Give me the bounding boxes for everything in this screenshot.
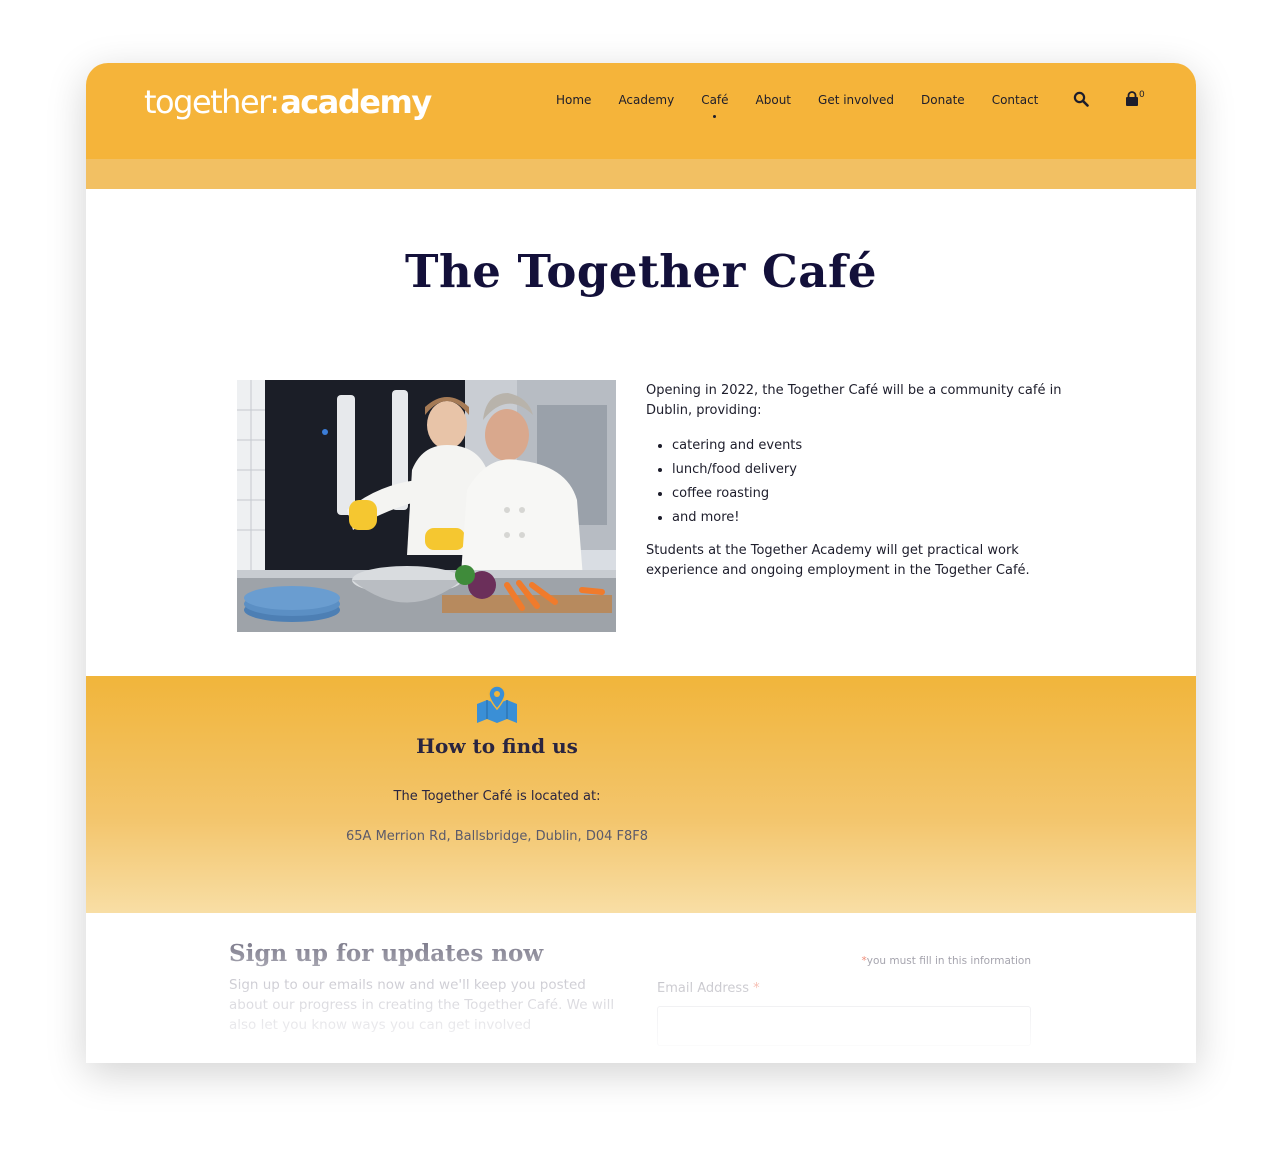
page-title: The Together Café xyxy=(405,245,877,298)
nav-label: Donate xyxy=(921,93,965,107)
search-icon[interactable] xyxy=(1073,91,1089,107)
signup-description: Sign up to our emails now and we'll keep… xyxy=(229,977,615,1033)
logo-text-light: together xyxy=(144,83,271,121)
logo-text-bold: academy xyxy=(280,83,432,121)
find-us-title: How to find us xyxy=(416,734,578,758)
email-field[interactable] xyxy=(657,1006,1031,1046)
shopping-bag-icon[interactable] xyxy=(1124,91,1140,107)
cart-count-badge: 0 xyxy=(1139,90,1145,100)
site-logo[interactable]: together: academy xyxy=(144,83,432,121)
find-us-section: How to find us The Together Café is loca… xyxy=(86,676,1196,913)
nav-item-home[interactable]: Home xyxy=(556,93,591,107)
header-subbar xyxy=(86,159,1196,189)
kitchen-photo xyxy=(237,380,616,632)
site-header: together: academy Home Academy Café Abou… xyxy=(86,63,1196,159)
services-list: catering and events lunch/food delivery … xyxy=(672,436,1066,528)
nav-label: About xyxy=(755,93,792,107)
nav-label: Academy xyxy=(618,93,675,107)
browser-frame: together: academy Home Academy Café Abou… xyxy=(86,63,1196,1063)
intro-section: Opening in 2022, the Together Café will … xyxy=(646,381,1066,581)
nav-item-cafe[interactable]: Café xyxy=(701,93,729,118)
logo-dot: : xyxy=(269,83,280,121)
required-note-text: you must fill in this information xyxy=(866,955,1031,967)
intro-paragraph: Opening in 2022, the Together Café will … xyxy=(646,383,1062,418)
address-text: 65A Merrion Rd, Ballsbridge, Dublin, D04… xyxy=(346,829,648,844)
main-nav: Home Academy Café About Get involved Don… xyxy=(556,93,1065,118)
required-star: * xyxy=(753,981,760,996)
students-paragraph: Students at the Together Academy will ge… xyxy=(646,543,1030,578)
nav-label: Get involved xyxy=(818,93,895,107)
kitchen-photo-illustration xyxy=(237,380,616,632)
nav-label: Café xyxy=(701,93,729,107)
map-pin-icon xyxy=(477,685,517,723)
email-label: Email Address * xyxy=(657,981,760,996)
list-item: catering and events xyxy=(672,436,1066,456)
nav-label: Contact xyxy=(991,93,1039,107)
list-item: and more! xyxy=(672,508,1066,528)
email-label-text: Email Address xyxy=(657,981,749,996)
signup-title: Sign up for updates now xyxy=(229,940,544,967)
nav-item-about[interactable]: About xyxy=(756,93,791,107)
list-item: coffee roasting xyxy=(672,484,1066,504)
active-indicator-dot xyxy=(713,115,717,118)
nav-item-donate[interactable]: Donate xyxy=(921,93,965,107)
list-item: lunch/food delivery xyxy=(672,460,1066,480)
nav-item-get-involved[interactable]: Get involved xyxy=(818,93,894,107)
nav-label: Home xyxy=(556,93,592,107)
nav-item-contact[interactable]: Contact xyxy=(992,93,1039,107)
required-note: *you must fill in this information xyxy=(776,955,1031,967)
nav-item-academy[interactable]: Academy xyxy=(618,93,674,107)
location-intro-text: The Together Café is located at: xyxy=(393,789,601,804)
